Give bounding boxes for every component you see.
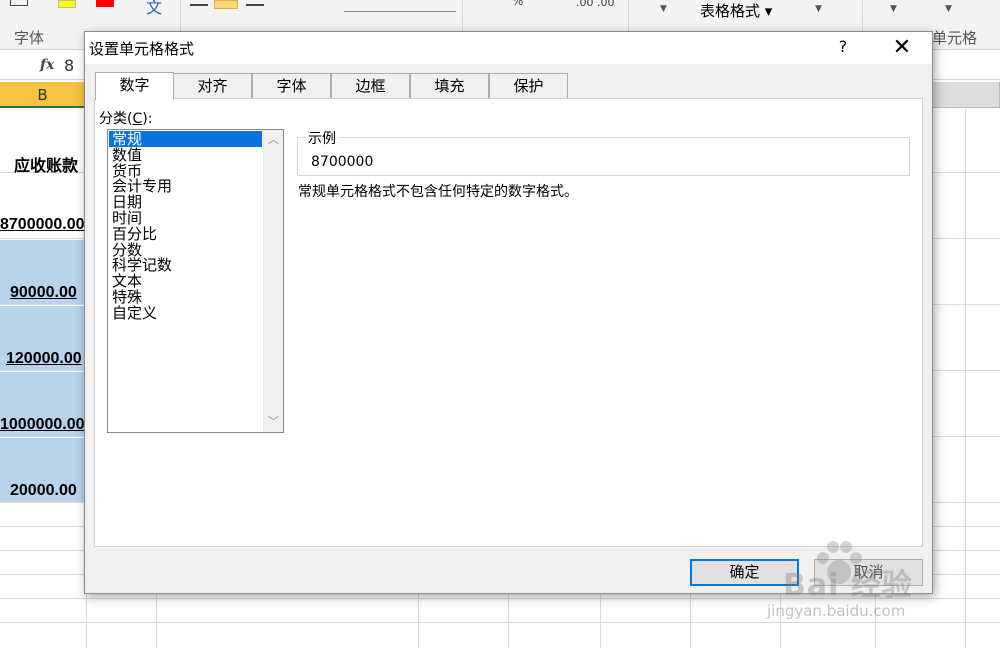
fill-color-button[interactable] xyxy=(58,0,76,8)
align-center-icon[interactable] xyxy=(214,0,238,9)
list-item[interactable]: 时间 xyxy=(109,210,262,226)
dialog-titlebar[interactable]: 设置单元格格式 ? ✕ xyxy=(85,32,932,64)
font-group-label: 字体 xyxy=(14,29,45,47)
list-item[interactable]: 文本 xyxy=(109,273,262,289)
cell-text: 90000.00 xyxy=(10,284,77,301)
close-button[interactable]: ✕ xyxy=(885,34,919,62)
cell-b6[interactable]: 20000.00 xyxy=(0,438,86,502)
cell-b3[interactable]: 90000.00 xyxy=(0,240,86,304)
table-format-label: 表格格式 xyxy=(700,2,761,20)
tab-protection[interactable]: 保护 xyxy=(489,73,568,99)
column-header-b[interactable]: B xyxy=(0,82,86,108)
list-item[interactable]: 常规 xyxy=(109,131,262,147)
list-item[interactable]: 数值 xyxy=(109,147,262,163)
list-item[interactable]: 百分比 xyxy=(109,226,262,242)
cell-text: 20000.00 xyxy=(10,482,77,499)
scroll-up-icon[interactable]: ︿ xyxy=(264,130,283,150)
cancel-button[interactable]: 取消 xyxy=(814,559,923,586)
sample-value: 8700000 xyxy=(311,154,374,170)
table-format-button[interactable]: 表格格式 ▾ xyxy=(700,0,772,21)
sample-label: 示例 xyxy=(306,128,338,148)
cell-group-label: 单元格 xyxy=(932,29,978,47)
chevron-down-icon[interactable]: ▼ xyxy=(945,4,952,14)
chevron-down-icon[interactable]: ▼ xyxy=(890,4,897,14)
phonetic-icon[interactable]: 文 xyxy=(146,0,162,18)
chevron-down-icon[interactable]: ▼ xyxy=(815,4,822,14)
help-button[interactable]: ? xyxy=(833,37,853,59)
tab-fill[interactable]: 填充 xyxy=(410,73,489,99)
cell-text: 应收账款 xyxy=(14,158,79,175)
formula-input[interactable]: 8 xyxy=(64,56,74,75)
format-cells-dialog: 设置单元格格式 ? ✕ 数字 对齐 字体 边框 填充 保护 分类(C): 常规 … xyxy=(84,31,933,594)
sample-group: 示例 8700000 xyxy=(297,128,910,176)
cell-b2[interactable]: 8700000.00 xyxy=(0,208,86,238)
list-item[interactable]: 会计专用 xyxy=(109,178,262,194)
cell-text: 1000000.00 xyxy=(0,416,85,433)
ok-button[interactable]: 确定 xyxy=(690,559,799,586)
merge-center-button[interactable] xyxy=(344,0,456,12)
cell-b1[interactable]: 应收账款 xyxy=(0,146,86,176)
category-label: 分类(C): xyxy=(99,108,152,128)
cell-b4[interactable]: 120000.00 xyxy=(0,306,86,370)
percent-icon[interactable]: % xyxy=(512,0,523,8)
decimal-icon[interactable]: .00 .00 xyxy=(576,0,614,9)
font-color-button[interactable] xyxy=(96,0,114,7)
scroll-down-icon[interactable]: ﹀ xyxy=(264,412,283,432)
tab-number[interactable]: 数字 xyxy=(95,72,174,100)
category-scrollbar[interactable]: ︿ ﹀ xyxy=(263,130,283,432)
tab-border[interactable]: 边框 xyxy=(331,73,410,99)
align-left-icon[interactable] xyxy=(190,0,208,6)
format-description: 常规单元格格式不包含任何特定的数字格式。 xyxy=(298,184,578,200)
category-label-suffix: ): xyxy=(142,111,153,127)
category-label-prefix: 分类( xyxy=(99,111,133,127)
category-label-key: C xyxy=(132,111,143,127)
column-header-label: B xyxy=(37,86,48,104)
list-item[interactable]: 科学记数 xyxy=(109,257,262,273)
border-icon[interactable] xyxy=(10,0,28,6)
category-listbox[interactable]: 常规 数值 货币 会计专用 日期 时间 百分比 分数 科学记数 文本 特殊 自定… xyxy=(107,129,284,433)
cell-b5[interactable]: 1000000.00 xyxy=(0,372,86,436)
list-item[interactable]: 自定义 xyxy=(109,305,262,321)
tab-alignment[interactable]: 对齐 xyxy=(173,73,252,99)
cell-text: 120000.00 xyxy=(6,350,82,367)
align-right-icon[interactable] xyxy=(246,0,264,6)
list-item[interactable]: 货币 xyxy=(109,163,262,179)
list-item[interactable]: 分数 xyxy=(109,242,262,258)
list-item[interactable]: 日期 xyxy=(109,194,262,210)
list-item[interactable]: 特殊 xyxy=(109,289,262,305)
dialog-title: 设置单元格格式 xyxy=(89,40,195,58)
fx-icon[interactable]: fx xyxy=(40,57,54,73)
tab-font[interactable]: 字体 xyxy=(252,73,331,99)
cell-text: 8700000.00 xyxy=(0,216,85,233)
chevron-down-icon[interactable]: ▼ xyxy=(660,4,667,14)
category-list: 常规 数值 货币 会计专用 日期 时间 百分比 分数 科学记数 文本 特殊 自定… xyxy=(109,131,262,321)
